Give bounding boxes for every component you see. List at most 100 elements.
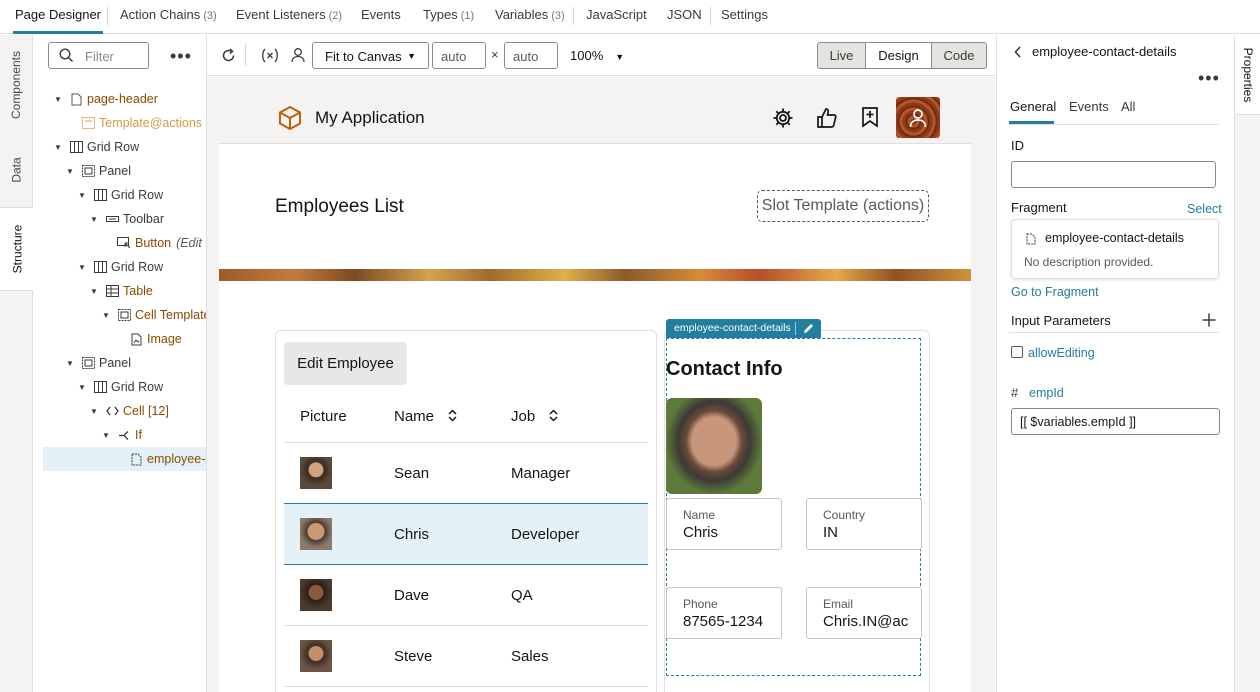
design-canvas: My Application Employees List Slot Templ… bbox=[207, 77, 995, 692]
bookmark-add-icon[interactable] bbox=[861, 106, 879, 128]
empid-label[interactable]: empId bbox=[1029, 386, 1064, 400]
tab-general[interactable]: General bbox=[1010, 99, 1056, 114]
page-icon bbox=[69, 92, 83, 106]
go-to-fragment-link[interactable]: Go to Fragment bbox=[1011, 285, 1099, 299]
tab-count: (1) bbox=[460, 10, 475, 22]
tree-label: Cell [12] bbox=[123, 404, 169, 418]
refresh-icon[interactable] bbox=[221, 48, 236, 63]
id-input[interactable] bbox=[1011, 161, 1216, 188]
vtab-label: Properties bbox=[1241, 47, 1255, 103]
design-mode-button[interactable]: Design bbox=[865, 42, 932, 69]
variable-icon[interactable] bbox=[261, 48, 279, 63]
table-icon bbox=[105, 284, 119, 298]
row-divider bbox=[284, 686, 648, 687]
top-tab-bar: Page Designer Action Chains (3) Event Lis… bbox=[0, 0, 1260, 34]
vtab-properties[interactable]: Properties bbox=[1235, 35, 1260, 115]
tab-event-listeners[interactable]: Event Listeners (2) bbox=[236, 7, 342, 22]
phone-field[interactable]: Phone 87565-1234 bbox=[666, 587, 782, 639]
slot-template-placeholder[interactable]: Slot Template (actions) bbox=[757, 190, 929, 222]
tab-label: Action Chains bbox=[120, 7, 201, 22]
table-row[interactable]: Steve Sales bbox=[284, 626, 648, 686]
tree-node[interactable]: Template @actions bbox=[65, 111, 202, 135]
tab-events[interactable]: Events bbox=[1069, 99, 1109, 114]
vtab-label: Components bbox=[9, 50, 24, 120]
thumbs-up-icon[interactable] bbox=[816, 107, 838, 129]
structure-panel: Filter ••• ▼ page-header Template @actions… bbox=[33, 35, 207, 692]
plus-icon[interactable] bbox=[1202, 313, 1216, 327]
hash-icon: # bbox=[1011, 385, 1019, 400]
toolbar-divider bbox=[245, 44, 246, 66]
tree-node[interactable]: ▼ Panel bbox=[65, 159, 131, 183]
column-header-job[interactable]: Job bbox=[511, 408, 558, 425]
tree-node[interactable]: ▼ If bbox=[101, 423, 142, 447]
zoom-select[interactable]: 100% ▼ bbox=[570, 48, 624, 63]
edit-employee-button[interactable]: Edit Employee bbox=[284, 342, 407, 385]
tree-node[interactable]: Button (Edit E bbox=[101, 231, 206, 255]
avatar[interactable] bbox=[896, 97, 940, 138]
tree-node[interactable]: ▼ Toolbar bbox=[89, 207, 164, 231]
live-mode-button[interactable]: Live bbox=[817, 42, 866, 69]
tab-all[interactable]: All bbox=[1121, 99, 1135, 114]
fragment-description: No description provided. bbox=[1024, 255, 1154, 269]
tab-action-chains[interactable]: Action Chains (3) bbox=[120, 7, 217, 22]
tree-label: Template bbox=[99, 116, 150, 130]
tab-divider bbox=[573, 7, 574, 25]
tree-label: Button bbox=[135, 236, 172, 250]
fragment-icon bbox=[1026, 233, 1036, 245]
tab-javascript[interactable]: JavaScript bbox=[586, 7, 647, 22]
name-field[interactable]: Name Chris bbox=[666, 498, 782, 550]
fragment-card[interactable]: employee-contact-details No description … bbox=[1011, 219, 1219, 279]
tree-node[interactable]: ▼ Grid Row bbox=[77, 183, 163, 207]
tab-types[interactable]: Types (1) bbox=[423, 7, 474, 22]
fit-to-canvas-select[interactable]: Fit to Canvas ▼ bbox=[312, 42, 429, 69]
tab-page-designer[interactable]: Page Designer bbox=[13, 7, 103, 34]
tree-node[interactable]: Image bbox=[113, 327, 182, 351]
column-header-name[interactable]: Name bbox=[394, 408, 457, 425]
vtab-data[interactable]: Data bbox=[0, 135, 33, 205]
gear-icon[interactable] bbox=[772, 107, 794, 129]
width-input[interactable]: auto bbox=[432, 42, 486, 69]
empid-input[interactable]: [[ $variables.empId ]] bbox=[1011, 408, 1220, 435]
table-row[interactable]: Sean Manager bbox=[284, 443, 648, 503]
more-options-icon[interactable]: ••• bbox=[1198, 69, 1220, 87]
tree-node[interactable]: ▼ Cell [12] bbox=[89, 399, 169, 423]
tree-node[interactable]: ▼ page-header bbox=[53, 87, 158, 111]
tree-node[interactable]: ▼ Grid Row bbox=[77, 255, 163, 279]
back-chevron-icon[interactable] bbox=[1014, 46, 1022, 58]
tab-events[interactable]: Events bbox=[361, 7, 401, 22]
tree-node[interactable]: ▼ Grid Row bbox=[77, 375, 163, 399]
tree-node[interactable]: ▼ Grid Row bbox=[53, 135, 139, 159]
pencil-icon[interactable] bbox=[803, 323, 814, 334]
user-icon[interactable] bbox=[291, 47, 305, 63]
country-field[interactable]: Country IN bbox=[806, 498, 922, 550]
code-mode-button[interactable]: Code bbox=[931, 42, 987, 69]
more-options-icon[interactable]: ••• bbox=[170, 47, 192, 65]
employee-job: QA bbox=[511, 587, 533, 604]
select-link[interactable]: Select bbox=[1187, 202, 1222, 216]
vtab-components[interactable]: Components bbox=[0, 35, 33, 135]
allow-editing-label[interactable]: allowEditing bbox=[1028, 346, 1095, 360]
tree-node-selected[interactable]: employee-c bbox=[113, 447, 207, 471]
tree-label: employee-c bbox=[147, 452, 207, 466]
tab-json[interactable]: JSON bbox=[667, 7, 702, 22]
table-row[interactable]: Dave QA bbox=[284, 565, 648, 625]
tree-node[interactable]: ▼ Cell Template bbox=[101, 303, 206, 327]
id-label: ID bbox=[1011, 138, 1024, 153]
banner-image bbox=[219, 269, 971, 281]
tab-count: (2) bbox=[328, 10, 343, 22]
chevron-down-icon: ▼ bbox=[407, 51, 416, 61]
height-input[interactable]: auto bbox=[504, 42, 558, 69]
tree-node[interactable]: ▼ Panel bbox=[65, 351, 131, 375]
fragment-tag[interactable]: employee-contact-details bbox=[666, 319, 821, 338]
table-row-selected[interactable]: Chris Developer bbox=[284, 503, 648, 565]
header-label: Name bbox=[394, 408, 435, 425]
email-field[interactable]: Email Chris.IN@ac bbox=[806, 587, 922, 639]
tree-label: Grid Row bbox=[111, 188, 164, 202]
allow-editing-checkbox[interactable] bbox=[1011, 346, 1023, 358]
tab-variables[interactable]: Variables (3) bbox=[495, 7, 565, 22]
app-header: My Application bbox=[219, 92, 971, 144]
vtab-structure[interactable]: Structure bbox=[0, 207, 34, 291]
tree-node[interactable]: ▼ Table bbox=[89, 279, 153, 303]
tree-extra: @actions bbox=[149, 116, 203, 130]
tab-settings[interactable]: Settings bbox=[721, 7, 768, 22]
